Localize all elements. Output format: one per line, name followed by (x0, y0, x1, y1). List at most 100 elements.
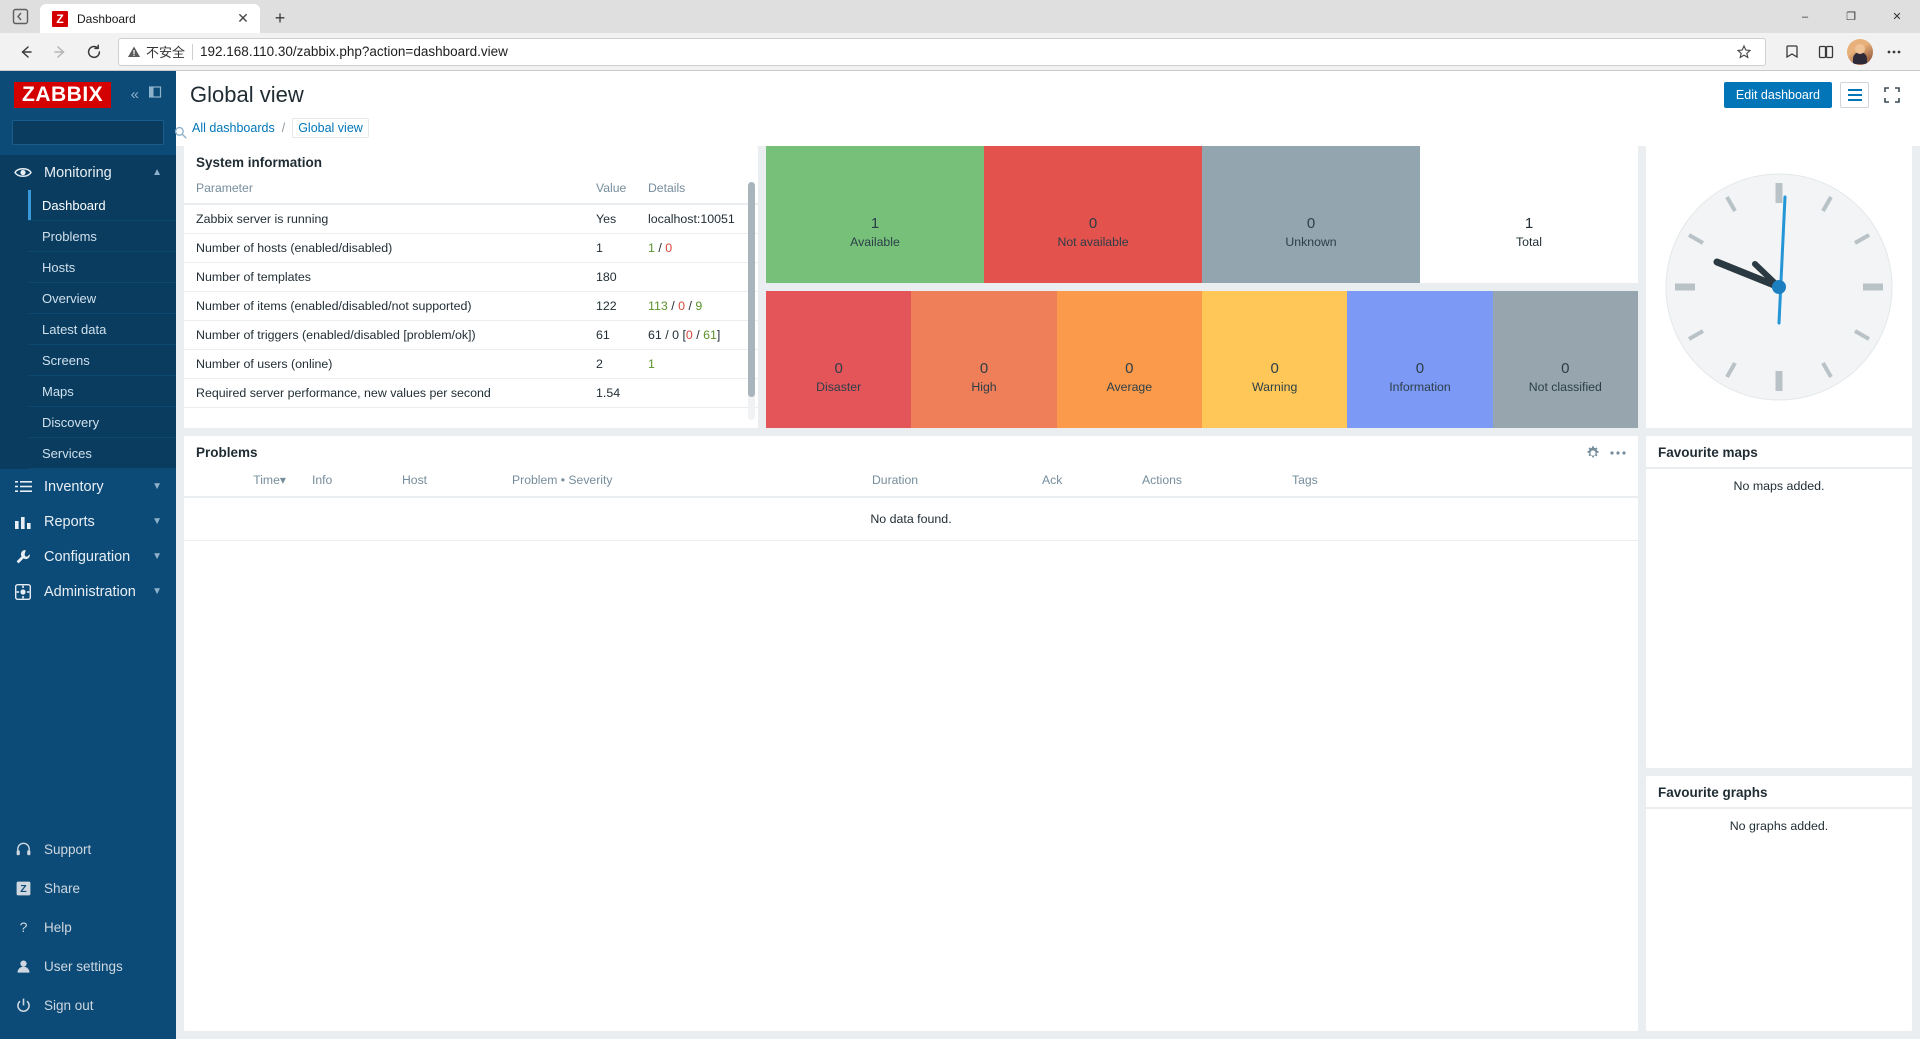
severity-tile-disaster[interactable]: 0 Disaster (766, 291, 912, 428)
chevron-up-icon[interactable]: ▲ (152, 167, 162, 178)
edit-dashboard-button[interactable]: Edit dashboard (1723, 81, 1832, 108)
column-header-tags[interactable]: Tags (1284, 467, 1638, 498)
column-header-info[interactable]: Info (304, 467, 394, 498)
severity-tile-warning[interactable]: 0 Warning (1201, 291, 1348, 428)
sidebar-item-dashboard[interactable]: Dashboard (28, 190, 176, 221)
column-header-problem-severity[interactable]: Problem • Severity (504, 467, 864, 498)
sidebar-item-share[interactable]: Z Share (0, 869, 176, 908)
table-row: No data found. (184, 497, 1638, 541)
sysinfo-value: 122 (584, 291, 636, 321)
browser-tab[interactable]: Z Dashboard ✕ (40, 4, 260, 33)
severity-tile-high[interactable]: 0 High (911, 291, 1057, 428)
column-header-time[interactable]: Time▾ (184, 467, 304, 498)
breadcrumb-current[interactable]: Global view (292, 118, 369, 138)
sidebar-search-wrap (0, 118, 187, 155)
sidebar-item-help[interactable]: ? Help (0, 908, 176, 947)
column-header-actions[interactable]: Actions (1134, 467, 1284, 498)
host-tile-unknown[interactable]: 0 Unknown (1202, 146, 1420, 283)
severity-tile-not-classified[interactable]: 0 Not classified (1492, 291, 1638, 428)
tile-count: 0 (1306, 215, 1316, 233)
close-icon[interactable]: ✕ (234, 10, 252, 28)
gear-icon[interactable] (1586, 445, 1600, 460)
sidebar-item-hosts[interactable]: Hosts (28, 252, 176, 283)
severity-tile-average[interactable]: 0 Average (1056, 291, 1202, 428)
reload-icon[interactable] (78, 37, 110, 67)
page-header-actions: Edit dashboard (1723, 81, 1906, 108)
chevron-down-icon[interactable]: ▼ (152, 586, 162, 597)
search-box[interactable] (12, 120, 187, 145)
sidebar-item-latest-data[interactable]: Latest data (28, 314, 176, 345)
severity-tile-information[interactable]: 0 Information (1347, 291, 1493, 428)
sidebar-item-screens[interactable]: Screens (28, 345, 176, 376)
back-icon[interactable] (10, 37, 42, 67)
browser-menu-icon[interactable] (1878, 37, 1910, 67)
sidebar-item-problems[interactable]: Problems (28, 221, 176, 252)
chevron-down-icon[interactable]: ▼ (152, 481, 162, 492)
collections-icon[interactable] (1776, 37, 1808, 67)
sidebar-item-monitoring[interactable]: Monitoring ▲ (0, 155, 176, 190)
search-icon[interactable] (174, 126, 187, 139)
widget-title: System information (196, 155, 323, 170)
not-secure-indicator[interactable]: 不安全 (127, 42, 185, 61)
collapse-sidebar-icon[interactable]: « (131, 86, 139, 103)
hide-sidebar-icon[interactable] (149, 86, 162, 103)
profile-avatar[interactable] (1847, 38, 1873, 65)
column-header-duration[interactable]: Duration (864, 467, 1034, 498)
favorite-star-icon[interactable] (1731, 40, 1757, 64)
scrollbar-thumb[interactable] (748, 182, 755, 397)
breadcrumb-all-dashboards[interactable]: All dashboards (192, 121, 275, 135)
table-header-row: Parameter Value Details (184, 177, 758, 205)
sidebar-item-sign-out[interactable]: Sign out (0, 986, 176, 1025)
host-tile-available[interactable]: 1 Available (766, 146, 984, 283)
sidebar-item-maps[interactable]: Maps (28, 376, 176, 407)
forward-icon[interactable] (44, 37, 76, 67)
address-bar[interactable]: 不安全 192.168.110.30/zabbix.php?action=das… (118, 37, 1766, 66)
question-icon: ? (14, 920, 32, 935)
kiosk-mode-button[interactable] (1877, 81, 1906, 108)
table-row: Number of triggers (enabled/disabled [pr… (184, 320, 758, 350)
window-minimize-button[interactable]: – (1782, 0, 1828, 33)
sidebar-item-configuration[interactable]: Configuration ▼ (0, 539, 176, 574)
sysinfo-value: 180 (584, 262, 636, 292)
clock-widget (1646, 146, 1912, 428)
window-maximize-button[interactable]: ❐ (1828, 0, 1874, 33)
main-content: Global view Edit dashboard All dashboard… (176, 71, 1920, 1039)
favourite-graphs-empty: No graphs added. (1646, 807, 1912, 847)
sidebar-item-user-settings[interactable]: User settings (0, 947, 176, 986)
chevron-down-icon[interactable]: ▼ (152, 516, 162, 527)
column-header-ack[interactable]: Ack (1034, 467, 1134, 498)
problems-table: Time▾ Info Host Problem • Severity Durat… (184, 467, 1638, 541)
sysinfo-details: 61 / 0 [0 / 61] (636, 320, 758, 350)
table-row: Number of users (online) 2 1 (184, 349, 758, 379)
table-row: Zabbix server is running Yes localhost:1… (184, 204, 758, 234)
sidebar-item-overview[interactable]: Overview (28, 283, 176, 314)
sidebar-sub-label: Hosts (42, 259, 76, 275)
host-tile-not-available[interactable]: 0 Not available (984, 146, 1202, 283)
analog-clock (1663, 171, 1895, 403)
favourite-maps-widget: Favourite maps No maps added. (1646, 436, 1912, 768)
zabbix-logo[interactable]: ZABBIX (14, 81, 112, 108)
sidebar-item-administration[interactable]: Administration ▼ (0, 574, 176, 609)
new-tab-button[interactable]: + (266, 4, 294, 32)
favorites-bar-icon[interactable] (1810, 37, 1842, 67)
tab-list-icon[interactable] (0, 0, 40, 33)
tile-count: 0 (1415, 360, 1425, 378)
sidebar-item-services[interactable]: Services (28, 438, 176, 469)
sidebar-item-support[interactable]: Support (0, 830, 176, 869)
sidebar-item-inventory[interactable]: Inventory ▼ (0, 469, 176, 504)
dashboard-menu-button[interactable] (1840, 81, 1869, 108)
ellipsis-icon[interactable] (1610, 450, 1626, 456)
sidebar-item-reports[interactable]: Reports ▼ (0, 504, 176, 539)
host-tile-total[interactable]: 1 Total (1420, 146, 1638, 283)
column-header-host[interactable]: Host (394, 467, 504, 498)
sidebar-item-discovery[interactable]: Discovery (28, 407, 176, 438)
problems-widget: Problems Time▾ Info Host Problem • Sever… (184, 436, 1638, 1031)
sidebar-item-label: Support (44, 842, 92, 857)
chevron-down-icon[interactable]: ▼ (152, 551, 162, 562)
sysinfo-details: 1 / 0 (636, 233, 758, 263)
search-input[interactable] (19, 125, 174, 140)
system-information-scrollbar[interactable] (748, 182, 755, 420)
sysinfo-parameter: Number of items (enabled/disabled/not su… (184, 291, 584, 321)
window-close-button[interactable]: ✕ (1874, 0, 1920, 33)
system-information-table: Parameter Value Details Zabbix server is… (184, 177, 758, 408)
